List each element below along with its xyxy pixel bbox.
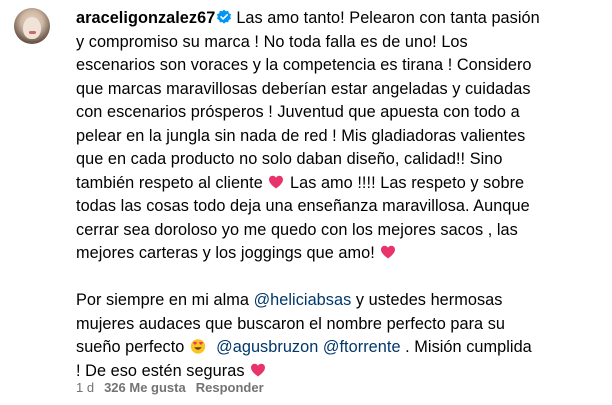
mention-link[interactable]: @ftorrente [323, 338, 401, 356]
comment-line: y compromiso su marca ! No toda falla es… [76, 32, 468, 51]
comment-line: cerrar sea doroloso yo me quedo con los … [76, 220, 518, 239]
username[interactable]: araceligonzalez67 [76, 9, 215, 27]
mention-link[interactable]: @heliciabsas [254, 291, 352, 309]
verified-badge-icon [216, 9, 232, 25]
comment-line: con escenarios prósperos ! Juventud que … [76, 103, 520, 121]
pink-heart-emoji-icon [268, 174, 284, 190]
comment-line: sueño perfecto @agusbruzon @ftorrente . … [76, 338, 532, 356]
comment-line: mejores carteras y los joggings que amo! [76, 242, 602, 266]
comment-line: pelear en la jungla sin nada de red ! Mi… [76, 126, 526, 145]
comment-line: mujeres audaces que buscaron el nombre p… [76, 314, 506, 333]
comment-line: araceligonzalez67 Las amo tanto! Pelearon… [76, 9, 540, 27]
likes-count[interactable]: 326 Me gusta [104, 380, 186, 395]
comment-text: araceligonzalez67 Las amo tanto! Pelearon… [76, 7, 602, 383]
comment-time: 1 d [76, 380, 95, 395]
comment-line: todas las cosas todo deja una enseñanza … [76, 197, 530, 215]
comment-meta: 1 d 326 Me gusta Responder [76, 380, 264, 395]
comment-line: escenarios son voraces y la competencia … [76, 56, 532, 74]
avatar[interactable] [14, 8, 50, 44]
comment: araceligonzalez67 Las amo tanto! Pelearon… [0, 0, 612, 405]
comment-line: Por siempre en mi alma @heliciabsas y us… [76, 291, 503, 309]
reply-button[interactable]: Responder [196, 380, 264, 395]
pink-heart-emoji-icon [380, 244, 396, 260]
mention-link[interactable]: @agusbruzon [216, 338, 318, 356]
pink-heart-emoji-icon [250, 362, 266, 378]
comment-line: que en cada producto no solo daban diseñ… [76, 150, 503, 168]
comment-line: que marcas maravillosas deberían estar a… [76, 79, 531, 98]
heart-eyes-emoji-icon [190, 338, 206, 354]
comment-line: también respeto al cliente Las amo !!!! … [76, 173, 525, 192]
